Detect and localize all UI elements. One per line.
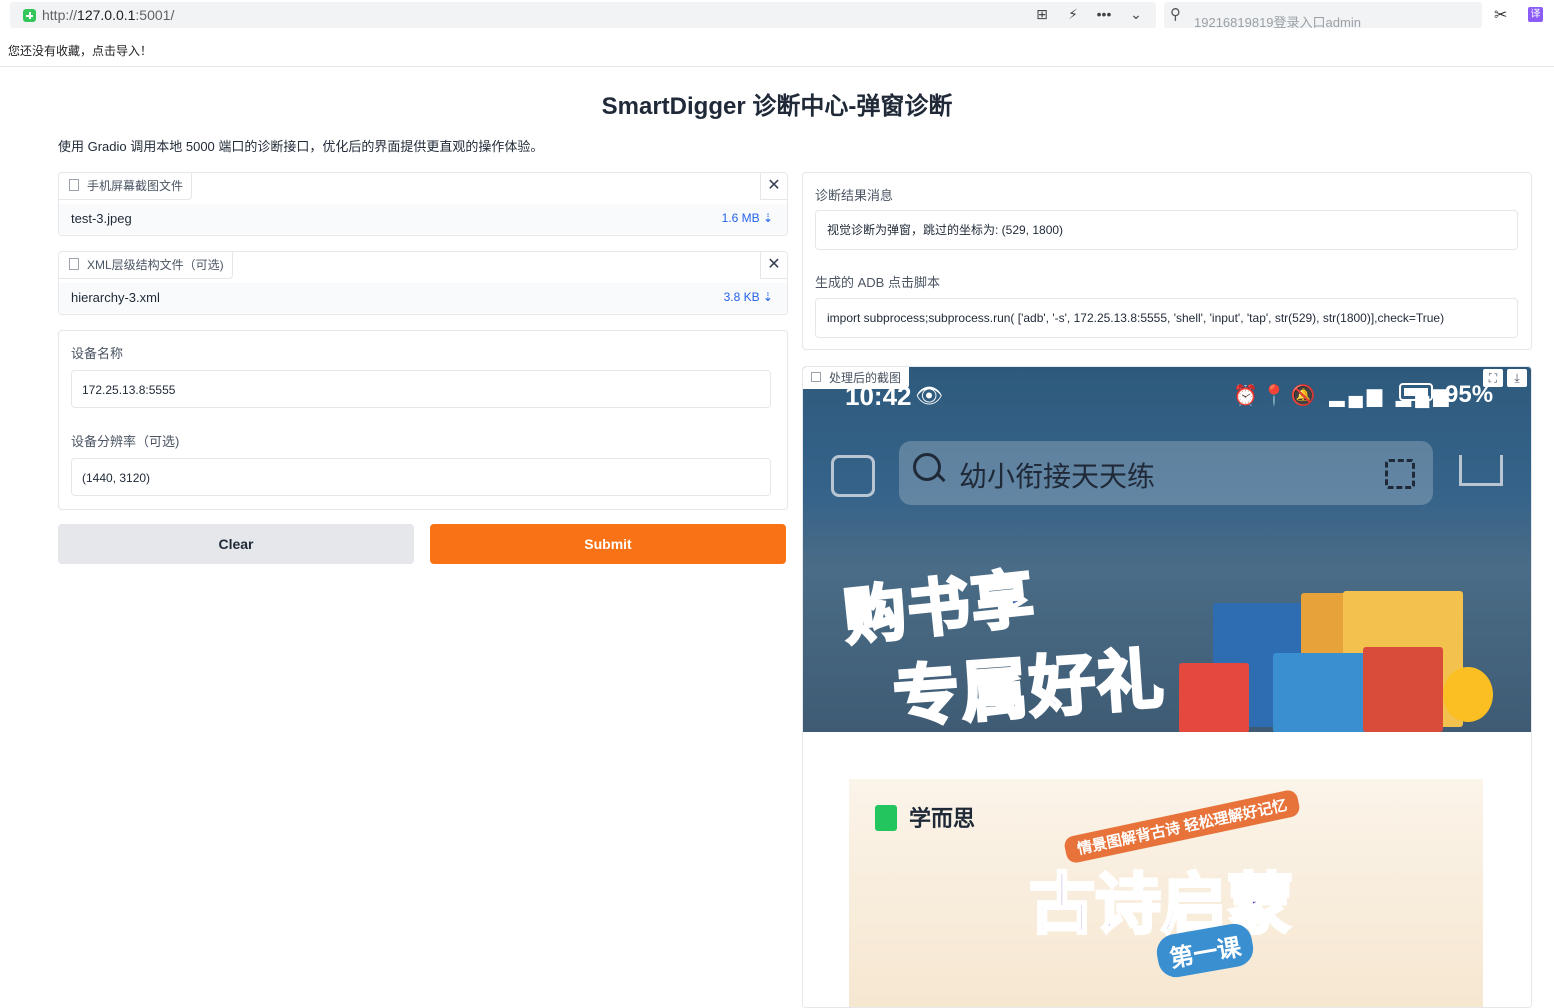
- phone-screenshot-top: 10:42 👁 ⏰📍🔕 ▂▄▆ ▂▄▆ 95% 幼小衔接天天练 购书享 专属好礼: [803, 367, 1531, 736]
- device-name-label: 设备名称: [71, 346, 124, 361]
- device-settings-panel: 设备名称 172.25.13.8:5555 设备分辨率（可选) (1440, 3…: [58, 330, 788, 510]
- remove-screenshot-button[interactable]: ✕: [760, 173, 787, 200]
- search-icon: ⚲: [1170, 6, 1181, 23]
- xml-file-label: XML层级结构文件（可选): [59, 252, 233, 279]
- page-description: 使用 Gradio 调用本地 5000 端口的诊断接口，优化后的界面提供更直观的…: [58, 139, 544, 154]
- screenshot-file-row: test-3.jpeg 1.6 MB ⇣: [59, 204, 787, 234]
- result-panel: 诊断结果消息 视觉诊断为弹窗，跳过的坐标为: (529, 1800) 生成的 A…: [802, 172, 1532, 350]
- download-icon[interactable]: ⤓: [1507, 369, 1527, 387]
- brand-logo-icon: [875, 805, 897, 831]
- browser-search-box[interactable]: ⚲ 19216819819登录入口admin: [1164, 2, 1482, 28]
- translate-icon[interactable]: ⊞: [1032, 6, 1052, 23]
- adb-script-output[interactable]: import subprocess;subprocess.run( ['adb'…: [815, 298, 1518, 338]
- poster-banner: 学而思 情景图解背古诗 轻松理解好记忆 古诗启蒙 第一课: [849, 779, 1483, 1007]
- book-graphic: [1179, 663, 1249, 733]
- book-graphic: [1273, 653, 1373, 733]
- promo-line-2: 专属好礼: [890, 640, 1169, 736]
- xml-file-upload[interactable]: XML层级结构文件（可选) ✕ hierarchy-3.xml 3.8 KB ⇣: [58, 251, 788, 315]
- chevron-down-icon[interactable]: ⌄: [1126, 6, 1146, 23]
- mascot-graphic: [1443, 667, 1493, 722]
- browser-search-text: 19216819819登录入口admin: [1194, 15, 1361, 28]
- device-name-input[interactable]: 172.25.13.8:5555: [71, 370, 771, 408]
- page-title: SmartDigger 诊断中心-弹窗诊断: [601, 93, 953, 120]
- screenshot-file-upload[interactable]: 手机屏幕截图文件 ✕ test-3.jpeg 1.6 MB ⇣: [58, 172, 788, 236]
- scan-icon: [1385, 459, 1415, 489]
- address-bar[interactable]: http://127.0.0.1:5001/ ⊞ ⚡ ••• ⌄: [10, 2, 1156, 28]
- submit-button[interactable]: Submit: [430, 524, 786, 564]
- image-icon: [811, 372, 821, 382]
- browser-toolbar: http://127.0.0.1:5001/ ⊞ ⚡ ••• ⌄ ⚲ 19216…: [0, 0, 1554, 32]
- poster-brand: 学而思: [909, 806, 976, 831]
- eye-icon: 👁: [915, 383, 943, 408]
- device-resolution-label: 设备分辨率（可选): [71, 434, 180, 449]
- image-tools: ⛶ ⤓: [1479, 369, 1527, 387]
- device-resolution-input[interactable]: (1440, 3120): [71, 458, 771, 496]
- address-url[interactable]: http://127.0.0.1:5001/: [42, 7, 174, 23]
- phone-status-bar: 10:42 👁 ⏰📍🔕 ▂▄▆ ▂▄▆ 95%: [803, 379, 1531, 411]
- cart-icon: [1459, 455, 1503, 486]
- xml-file-row: hierarchy-3.xml 3.8 KB ⇣: [59, 283, 787, 313]
- phone-search-icon: [913, 453, 941, 481]
- bookmark-bar: 您还没有收藏，点击导入！: [0, 32, 1554, 67]
- message-box-icon: [831, 455, 875, 497]
- phone-search-text: 幼小衔接天天练: [959, 461, 1156, 492]
- result-message-output[interactable]: 视觉诊断为弹窗，跳过的坐标为: (529, 1800): [815, 210, 1518, 250]
- battery-icon: [1399, 383, 1433, 401]
- poster-title: 古诗启蒙: [1028, 866, 1295, 943]
- processed-screenshot-label: 处理后的截图: [803, 367, 910, 389]
- processed-screenshot-panel: 处理后的截图 ⛶ ⤓ 10:42 👁 ⏰📍🔕 ▂▄▆ ▂▄▆ 95% 幼小衔接天天…: [802, 366, 1532, 1008]
- file-icon: [69, 258, 79, 270]
- clear-button[interactable]: Clear: [58, 524, 414, 564]
- remove-xml-button[interactable]: ✕: [760, 252, 787, 279]
- xml-file-name: hierarchy-3.xml: [71, 290, 160, 305]
- bookmark-import-link[interactable]: 您还没有收藏，点击导入！: [8, 42, 152, 59]
- phone-search-bar: 幼小衔接天天练: [899, 441, 1433, 505]
- lightning-icon[interactable]: ⚡: [1063, 6, 1083, 23]
- translate-extension-icon[interactable]: 译: [1528, 7, 1543, 22]
- screenshot-file-name: test-3.jpeg: [71, 211, 132, 226]
- scissors-icon[interactable]: ✂: [1494, 5, 1507, 25]
- screenshot-file-label: 手机屏幕截图文件: [59, 173, 193, 200]
- adb-script-label: 生成的 ADB 点击脚本: [815, 275, 940, 290]
- xml-file-download-link[interactable]: 3.8 KB ⇣: [724, 290, 773, 304]
- fullscreen-icon[interactable]: ⛶: [1483, 369, 1503, 387]
- screenshot-file-download-link[interactable]: 1.6 MB ⇣: [722, 211, 773, 225]
- result-message-label: 诊断结果消息: [815, 188, 894, 203]
- more-icon[interactable]: •••: [1094, 6, 1114, 22]
- file-icon: [69, 179, 79, 191]
- book-graphic: [1363, 647, 1443, 732]
- secure-shield-icon: [23, 9, 36, 22]
